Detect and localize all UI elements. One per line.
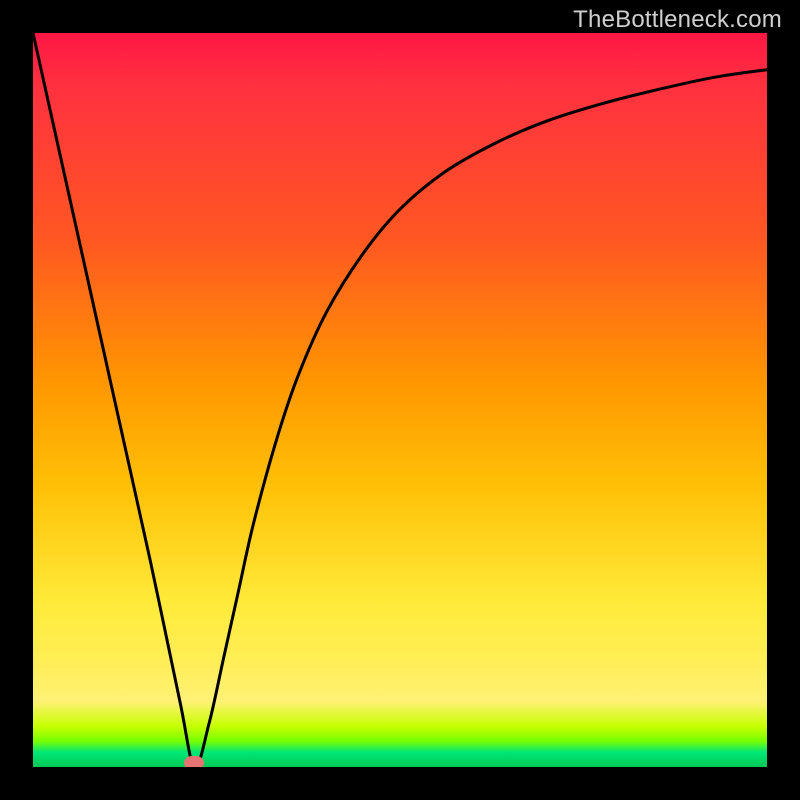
bottleneck-curve — [33, 33, 767, 767]
curve-svg — [33, 33, 767, 767]
attribution-label: TheBottleneck.com — [573, 6, 782, 34]
chart-frame: TheBottleneck.com — [0, 0, 800, 800]
plot-area — [33, 33, 767, 767]
minimum-marker — [184, 756, 204, 767]
